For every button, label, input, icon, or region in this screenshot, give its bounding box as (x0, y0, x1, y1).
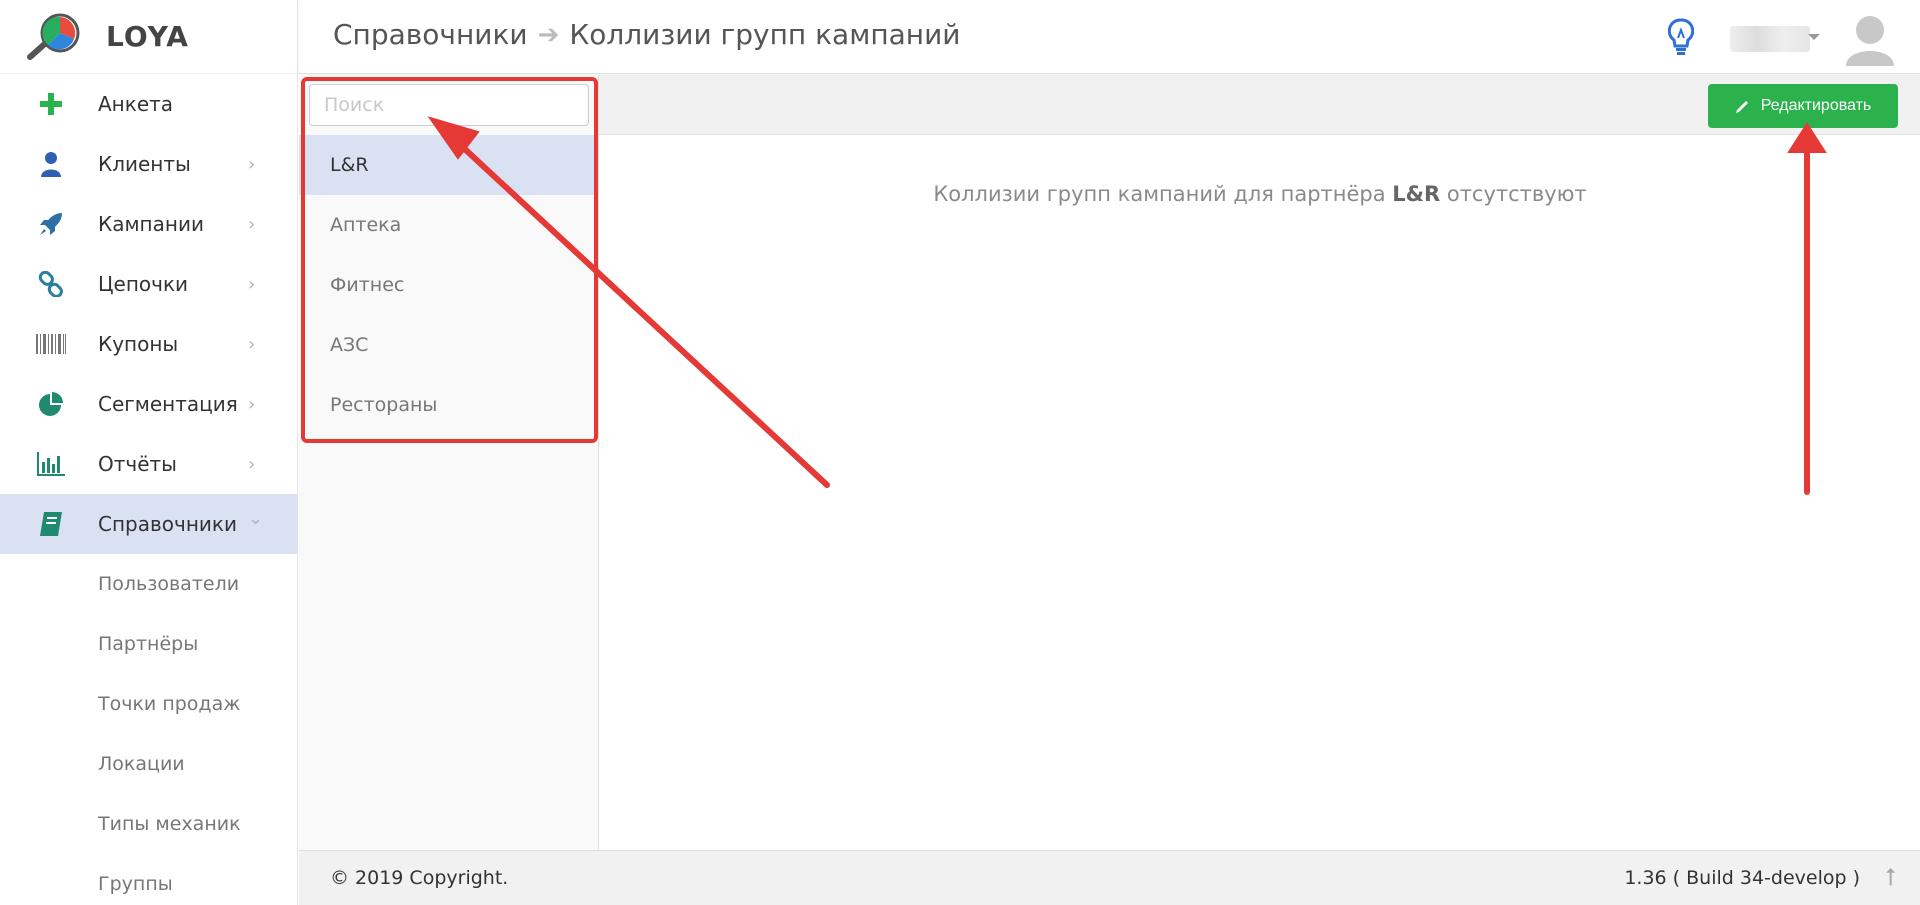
list-item[interactable]: Рестораны (299, 375, 599, 435)
list-item[interactable]: L&R (299, 135, 599, 195)
page-title: Коллизии групп кампаний (569, 18, 961, 51)
pie-chart-icon (36, 389, 66, 419)
sidebar-item-label: Цепочки (98, 272, 189, 296)
sidebar-item-campaigns[interactable]: Кампании › (0, 194, 297, 254)
top-header: Справочники ➔ Коллизии групп кампаний (299, 0, 1920, 74)
plus-icon (36, 89, 66, 119)
partner-list-panel: L&R Аптека Фитнес АЗС Рестораны (299, 75, 599, 850)
edit-button[interactable]: Редактировать (1708, 84, 1898, 128)
list-item[interactable]: Аптека (299, 195, 599, 255)
list-item[interactable]: Фитнес (299, 255, 599, 315)
sidebar-subitem-partners[interactable]: Партнёры (0, 614, 297, 674)
chevron-right-icon: › (248, 453, 256, 475)
barcode-icon (36, 329, 66, 359)
pencil-icon (1735, 101, 1748, 113)
rocket-icon (36, 209, 66, 239)
avatar[interactable] (1844, 12, 1896, 66)
search-input[interactable] (309, 84, 589, 126)
empty-state-message: Коллизии групп кампаний для партнёра L&R… (600, 182, 1920, 206)
chevron-right-icon: › (248, 273, 256, 295)
sidebar-subitem-locations[interactable]: Локации (0, 734, 297, 794)
copyright: © 2019 Copyright. (330, 867, 509, 889)
user-icon (36, 149, 66, 179)
sidebar-item-label: Анкета (98, 92, 174, 116)
sidebar-subitem-users[interactable]: Пользователи (0, 554, 297, 614)
list-item[interactable]: АЗС (299, 315, 599, 375)
chevron-right-icon: › (248, 213, 256, 235)
user-name-blurred[interactable] (1730, 26, 1810, 52)
chevron-right-icon: › (248, 153, 256, 175)
footer: © 2019 Copyright. 1.36 ( Build 34-develo… (299, 850, 1920, 905)
sidebar-item-label: Отчёты (98, 452, 177, 476)
version-label: 1.36 ( Build 34-develop ) (1624, 867, 1860, 889)
sidebar-subitem-mechanic-types[interactable]: Типы механик (0, 794, 297, 854)
sidebar-item-label: Купоны (98, 332, 179, 356)
sidebar-item-reports[interactable]: Отчёты › (0, 434, 297, 494)
breadcrumb-arrow-icon: ➔ (537, 19, 560, 50)
sidebar-item-segmentation[interactable]: Сегментация › (0, 374, 297, 434)
sidebar-subitem-sales-points[interactable]: Точки продаж (0, 674, 297, 734)
sidebar: LOYA Анкета Клиенты › Кампании › Цепочки… (0, 0, 298, 905)
chevron-right-icon: › (248, 393, 256, 415)
book-icon (36, 509, 66, 539)
message-prefix: Коллизии групп кампаний для партнёра (933, 182, 1393, 206)
sidebar-subitem-groups[interactable]: Группы (0, 854, 297, 905)
message-partner: L&R (1392, 182, 1441, 206)
edit-button-label: Редактировать (1760, 97, 1872, 114)
message-suffix: отсутствуют (1440, 182, 1587, 206)
sidebar-item-label: Справочники (98, 512, 237, 536)
chain-icon (36, 269, 66, 299)
brand[interactable]: LOYA (0, 0, 297, 74)
sidebar-item-chains[interactable]: Цепочки › (0, 254, 297, 314)
main-content: Коллизии групп кампаний для партнёра L&R… (600, 136, 1920, 850)
sidebar-item-label: Сегментация (98, 392, 238, 416)
sidebar-item-clients[interactable]: Клиенты › (0, 134, 297, 194)
lightbulb-icon[interactable] (1667, 18, 1695, 56)
loya-logo-icon (24, 13, 84, 61)
caret-down-icon[interactable] (1808, 34, 1820, 40)
breadcrumb-root[interactable]: Справочники (333, 18, 528, 51)
sidebar-item-coupons[interactable]: Купоны › (0, 314, 297, 374)
chevron-right-icon: › (248, 333, 256, 355)
sidebar-item-anketa[interactable]: Анкета (0, 74, 297, 134)
partner-list: L&R Аптека Фитнес АЗС Рестораны (299, 135, 599, 435)
sidebar-item-references[interactable]: Справочники ⌄ (0, 494, 297, 554)
sidebar-item-label: Клиенты (98, 152, 191, 176)
bar-chart-icon (36, 449, 66, 479)
sidebar-item-label: Кампании (98, 212, 204, 236)
scroll-up-icon[interactable]: ⭡ (1885, 863, 1896, 891)
breadcrumb: Справочники ➔ Коллизии групп кампаний (333, 18, 961, 51)
chevron-down-icon: ⌄ (248, 508, 264, 529)
brand-title: LOYA (106, 20, 189, 53)
